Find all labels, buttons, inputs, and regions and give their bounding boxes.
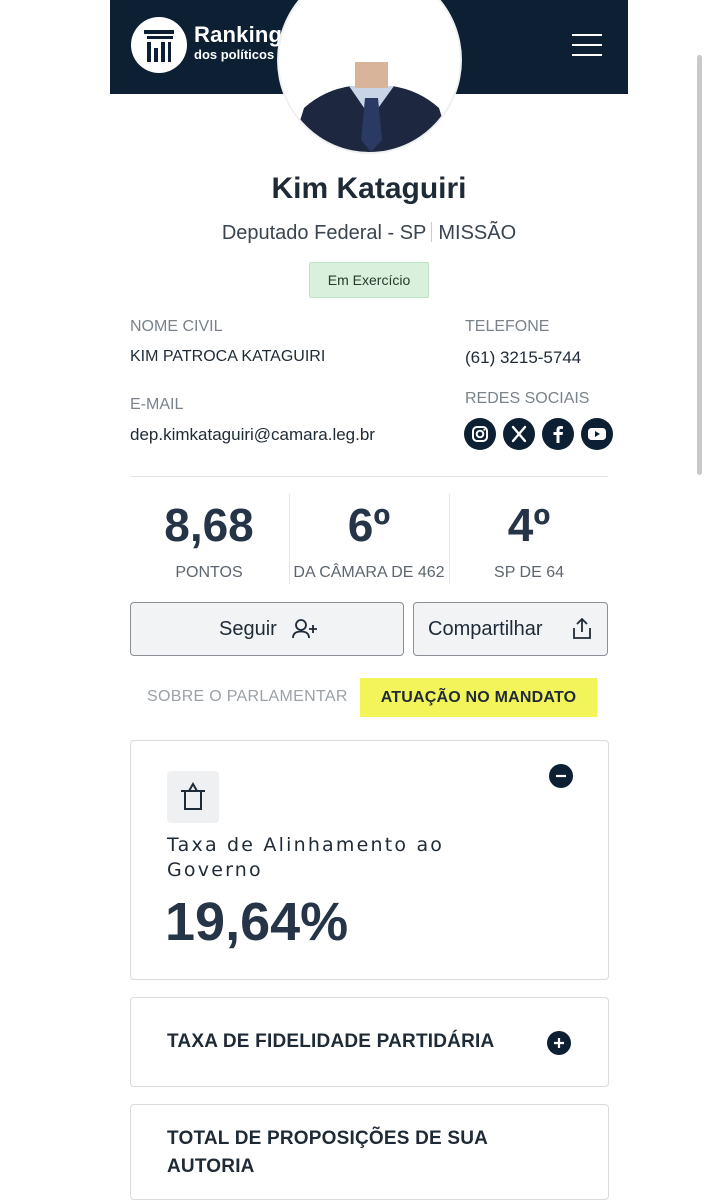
fidelity-card[interactable]: TAXA DE FIDELIDADE PARTIDÁRIA — [130, 997, 609, 1087]
alignment-card: Taxa de Alinhamento ao Governo 19,64% — [130, 740, 609, 980]
social-label: REDES SOCIAIS — [465, 390, 590, 407]
role-text: Deputado Federal - SP — [221, 222, 427, 244]
propositions-card[interactable]: TOTAL DE PROPOSIÇÕES DE SUA AUTORIA — [130, 1104, 609, 1200]
logo-title[interactable]: Ranking — [194, 22, 282, 48]
x-icon[interactable] — [503, 418, 535, 450]
fidelity-title: TAXA DE FIDELIDADE PARTIDÁRIA — [167, 1031, 495, 1052]
basket-icon — [167, 771, 219, 823]
follow-button[interactable]: Seguir — [130, 602, 404, 656]
civil-name-value: KIM PATROCA KATAGUIRI — [130, 348, 326, 365]
profile-photo — [277, 0, 462, 154]
add-user-icon — [292, 619, 317, 639]
party-name: MISSÃO — [438, 222, 517, 244]
chamber-rank-label: DA CÂMARA DE 462 — [293, 564, 445, 581]
follow-label: Seguir — [219, 618, 277, 640]
tab-about[interactable]: SOBRE O PARLAMENTAR — [147, 688, 348, 706]
email-value[interactable]: dep.kimkataguiri@camara.leg.br — [130, 425, 375, 445]
instagram-icon[interactable] — [464, 418, 496, 450]
role-separator — [431, 222, 433, 242]
points-label: PONTOS — [175, 564, 243, 581]
hamburger-menu-icon[interactable] — [568, 30, 606, 60]
tab-mandate[interactable]: ATUAÇÃO NO MANDATO — [360, 678, 597, 717]
status-badge: Em Exercício — [309, 262, 429, 298]
share-label: Compartilhar — [428, 618, 543, 640]
columns-logo-icon[interactable] — [131, 17, 187, 73]
phone-value[interactable]: (61) 3215-5744 — [465, 348, 581, 368]
social-links — [464, 418, 614, 450]
politician-role: Deputado Federal - SP MISSÃO — [110, 222, 628, 245]
mobile-page: Ranking dos políticos Kim Kataguiri Depu… — [110, 0, 628, 1200]
youtube-icon[interactable] — [581, 418, 613, 450]
share-icon — [573, 618, 591, 639]
expand-icon[interactable] — [547, 1031, 571, 1055]
propositions-title: TOTAL DE PROPOSIÇÕES DE SUA AUTORIA — [167, 1128, 488, 1177]
state-rank-label: SP DE 64 — [494, 564, 564, 581]
left-background — [0, 0, 110, 1200]
alignment-value: 19,64% — [165, 892, 349, 952]
collapse-icon[interactable] — [549, 764, 573, 788]
logo-subtitle[interactable]: dos políticos — [194, 47, 274, 62]
civil-name-label: NOME CIVIL — [130, 318, 223, 335]
state-rank-value: 4º — [507, 499, 551, 551]
email-label: E-MAIL — [130, 396, 184, 413]
phone-label: TELEFONE — [465, 318, 550, 335]
share-button[interactable]: Compartilhar — [413, 602, 608, 656]
alignment-title: Taxa de Alinhamento ao Governo — [167, 834, 445, 881]
points-value: 8,68 — [164, 499, 254, 551]
section-divider — [130, 476, 608, 477]
facebook-icon[interactable] — [542, 418, 574, 450]
page-scrollbar[interactable] — [697, 55, 702, 475]
politician-name: Kim Kataguiri — [271, 172, 467, 205]
chamber-rank-value: 6º — [347, 499, 391, 551]
